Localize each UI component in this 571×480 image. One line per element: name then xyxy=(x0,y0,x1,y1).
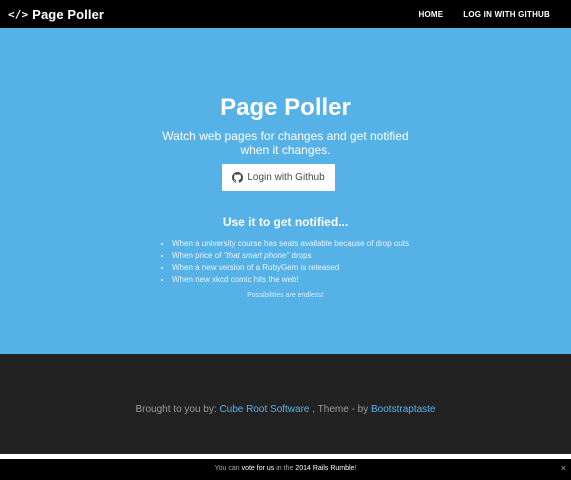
list-item: When price of "that smart phone" drops xyxy=(172,250,409,262)
hero-tagline: Watch web pages for changes and get noti… xyxy=(162,129,409,157)
hero-section: Page Poller Watch web pages for changes … xyxy=(0,28,571,354)
login-with-github-button[interactable]: Login with Github xyxy=(222,164,335,191)
hero-title: Page Poller xyxy=(220,94,351,121)
list-item: When new xkcd comic hits the web! xyxy=(172,274,409,286)
top-navbar: </> Page Poller HOME LOG IN WITH GITHUB xyxy=(0,0,571,28)
code-icon: </> xyxy=(8,7,29,21)
vote-link[interactable]: vote for us xyxy=(242,465,275,472)
nav-home-link[interactable]: HOME xyxy=(418,10,443,19)
rails-rumble-bar: You can vote for us in the 2014 Rails Ru… xyxy=(0,459,571,480)
bootstraptaste-link[interactable]: Bootstraptaste xyxy=(371,404,435,415)
login-button-label: Login with Github xyxy=(247,172,325,183)
brand-link[interactable]: </> Page Poller xyxy=(8,5,104,23)
use-case-list: When a university course has seats avail… xyxy=(172,238,409,286)
list-item: When a new version of a RubyGem is relea… xyxy=(172,262,409,274)
rumble-text: ! xyxy=(354,465,357,472)
rails-rumble-link[interactable]: 2014 Rails Rumble xyxy=(295,465,354,472)
footer-prefix: Brought to you by: xyxy=(135,404,220,415)
brand-label: Page Poller xyxy=(32,6,105,22)
list-item-text: When price of xyxy=(172,251,224,260)
list-item: When a university course has seats avail… xyxy=(172,238,409,250)
github-icon xyxy=(232,172,244,183)
endless-note: Possibilities are endless! xyxy=(247,292,324,299)
footer-middle: , Theme - by xyxy=(309,404,372,415)
list-item-text: drops xyxy=(289,251,312,260)
nav-login-github-link[interactable]: LOG IN WITH GITHUB xyxy=(463,10,550,19)
notify-heading: Use it to get notified... xyxy=(222,215,349,229)
cube-root-software-link[interactable]: Cube Root Software xyxy=(219,404,309,415)
rumble-message: You can vote for us in the 2014 Rails Ru… xyxy=(0,465,571,472)
footer-credits: Brought to you by: Cube Root Software , … xyxy=(0,404,571,415)
footer: Brought to you by: Cube Root Software , … xyxy=(0,354,571,454)
list-item-emphasis: "that smart phone" xyxy=(223,251,290,260)
nav-links: HOME LOG IN WITH GITHUB xyxy=(418,0,550,28)
close-icon[interactable]: × xyxy=(561,463,566,473)
rumble-text: in the xyxy=(274,465,296,472)
rumble-text: You can xyxy=(214,465,242,472)
